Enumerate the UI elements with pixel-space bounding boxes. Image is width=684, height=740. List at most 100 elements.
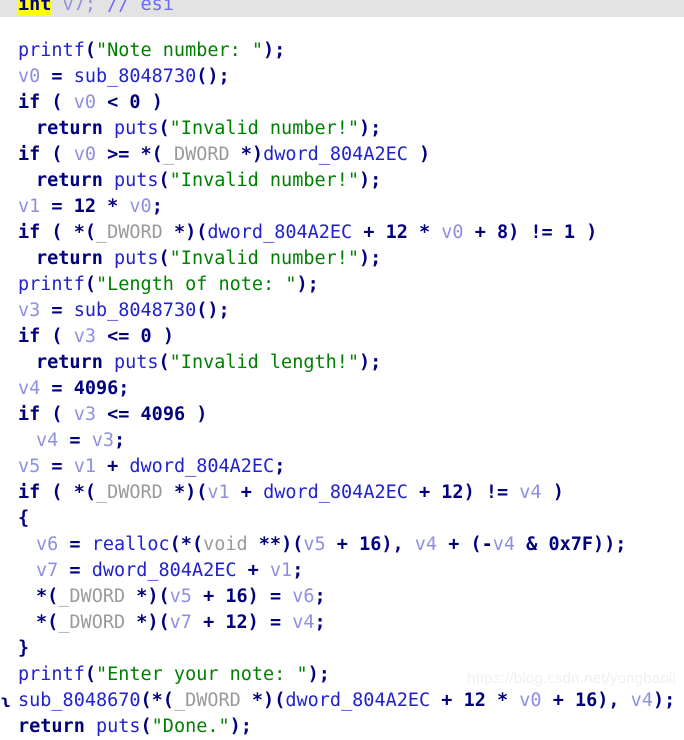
type-token[interactable]: _DWORD — [163, 144, 230, 165]
local-variable[interactable]: v0 — [441, 222, 463, 243]
code-line[interactable]: printf("Length of note: "); — [0, 272, 684, 298]
symbol-reference[interactable]: puts — [114, 118, 159, 139]
code-line[interactable]: return puts("Invalid number!"); — [0, 168, 684, 194]
code-line[interactable]: } — [0, 636, 684, 662]
symbol-reference[interactable]: dword_804A2EC — [285, 690, 430, 711]
keyword[interactable]: if — [18, 326, 40, 347]
local-variable[interactable]: v5 — [170, 586, 192, 607]
keyword[interactable]: if — [18, 222, 40, 243]
local-variable[interactable]: v4 — [519, 482, 541, 503]
keyword[interactable]: return — [36, 118, 103, 139]
code-line[interactable]: v7 = dword_804A2EC + v1; — [0, 558, 684, 584]
code-line[interactable]: if ( *(_DWORD *)(dword_804A2EC + 12 * v0… — [0, 220, 684, 246]
code-line[interactable]: sub_8048670(*(_DWORD *)(dword_804A2EC + … — [0, 688, 684, 714]
pseudocode-view[interactable]: int v7; // esi printf("Note number: "); v… — [0, 0, 684, 737]
code-line[interactable]: v5 = v1 + dword_804A2EC; — [0, 454, 684, 480]
number[interactable]: 12 — [225, 612, 247, 633]
local-variable[interactable]: v4 — [18, 378, 40, 399]
symbol-reference[interactable]: printf — [18, 40, 85, 61]
type-token[interactable]: _DWORD — [58, 612, 125, 633]
type-token[interactable]: _DWORD — [174, 690, 241, 711]
code-line[interactable]: { — [0, 506, 684, 532]
code-line[interactable]: *(_DWORD *)(v7 + 12) = v4; — [0, 610, 684, 636]
number[interactable]: 16 — [575, 690, 597, 711]
local-variable[interactable]: v0 — [74, 144, 96, 165]
symbol-reference[interactable]: sub_8048730 — [74, 300, 197, 321]
type-token[interactable]: _DWORD — [96, 222, 163, 243]
symbol-reference[interactable]: sub_8048670 — [18, 690, 141, 711]
symbol-reference[interactable]: dword_804A2EC — [263, 144, 408, 165]
local-variable[interactable]: v7 — [36, 560, 58, 581]
type-token[interactable]: _DWORD — [58, 586, 125, 607]
number[interactable]: 0x7F — [548, 534, 593, 555]
code-line[interactable]: return puts("Invalid length!"); — [0, 350, 684, 376]
local-variable[interactable]: v5 — [18, 456, 40, 477]
code-line[interactable]: if ( v0 >= *(_DWORD *)dword_804A2EC ) — [0, 142, 684, 168]
symbol-reference[interactable]: dword_804A2EC — [263, 482, 408, 503]
keyword[interactable]: if — [18, 404, 40, 425]
local-variable[interactable]: v3 — [92, 430, 114, 451]
code-line[interactable]: printf("Note number: "); — [0, 38, 684, 64]
number[interactable]: 16 — [225, 586, 247, 607]
local-variable[interactable]: v1 — [207, 482, 229, 503]
code-line[interactable]: if ( v3 <= 4096 ) — [0, 402, 684, 428]
symbol-reference[interactable]: printf — [18, 274, 85, 295]
symbol-reference[interactable]: puts — [114, 352, 159, 373]
number[interactable]: 1 — [564, 222, 575, 243]
local-variable[interactable]: v1 — [18, 196, 40, 217]
code-line[interactable]: v3 = sub_8048730(); — [0, 298, 684, 324]
number[interactable]: 16 — [359, 534, 381, 555]
type-token[interactable]: _DWORD — [96, 482, 163, 503]
local-variable[interactable]: v0 — [129, 196, 151, 217]
symbol-reference[interactable]: dword_804A2EC — [207, 222, 352, 243]
symbol-reference[interactable]: puts — [114, 248, 159, 269]
local-variable[interactable]: v7 — [170, 612, 192, 633]
local-variable[interactable]: v3 — [74, 326, 96, 347]
number[interactable]: 4096 — [74, 378, 119, 399]
local-variable[interactable]: v4 — [415, 534, 437, 555]
symbol-reference[interactable]: dword_804A2EC — [129, 456, 274, 477]
keyword[interactable]: if — [18, 92, 40, 113]
local-variable[interactable]: v6 — [36, 534, 58, 555]
keyword[interactable]: return — [36, 248, 103, 269]
code-line[interactable]: v1 = 12 * v0; — [0, 194, 684, 220]
code-line[interactable]: if ( v3 <= 0 ) — [0, 324, 684, 350]
code-line[interactable]: if ( *(_DWORD *)(v1 + dword_804A2EC + 12… — [0, 480, 684, 506]
highlighted-keyword[interactable]: int — [18, 0, 52, 15]
local-variable[interactable]: v0 — [74, 92, 96, 113]
number[interactable]: 12 — [74, 196, 96, 217]
symbol-reference[interactable]: puts — [96, 716, 141, 737]
declaration-variable[interactable]: v7; — [51, 0, 107, 15]
local-variable[interactable]: v0 — [519, 690, 541, 711]
code-line[interactable]: v4 = v3; — [0, 428, 684, 454]
number[interactable]: 12 — [441, 482, 463, 503]
keyword[interactable]: return — [36, 352, 103, 373]
keyword[interactable]: return — [36, 170, 103, 191]
number[interactable]: 0 — [129, 92, 140, 113]
code-line[interactable]: v0 = sub_8048730(); — [0, 64, 684, 90]
symbol-reference[interactable]: dword_804A2EC — [92, 560, 237, 581]
number[interactable]: 4096 — [141, 404, 186, 425]
local-variable[interactable]: v3 — [18, 300, 40, 321]
keyword[interactable]: if — [18, 482, 40, 503]
local-variable[interactable]: v4 — [36, 430, 58, 451]
code-line[interactable]: if ( v0 < 0 ) — [0, 90, 684, 116]
symbol-reference[interactable]: realloc — [92, 534, 170, 555]
local-variable[interactable]: v5 — [303, 534, 325, 555]
number[interactable]: 12 — [464, 690, 486, 711]
local-variable[interactable]: v4 — [493, 534, 515, 555]
code-line[interactable]: *(_DWORD *)(v5 + 16) = v6; — [0, 584, 684, 610]
local-variable[interactable]: v4 — [292, 612, 314, 633]
local-variable[interactable]: v1 — [74, 456, 96, 477]
code-line[interactable]: return puts("Invalid number!"); — [0, 246, 684, 272]
symbol-reference[interactable]: puts — [114, 170, 159, 191]
code-line[interactable]: return puts("Invalid number!"); — [0, 116, 684, 142]
keyword[interactable]: return — [18, 716, 85, 737]
local-variable[interactable]: v0 — [18, 66, 40, 87]
code-line[interactable]: v6 = realloc(*(void **)(v5 + 16), v4 + (… — [0, 532, 684, 558]
type-token[interactable]: void — [203, 534, 248, 555]
number[interactable]: 0 — [141, 326, 152, 347]
code-line[interactable]: return puts("Done."); — [0, 714, 684, 740]
keyword[interactable]: if — [18, 144, 40, 165]
symbol-reference[interactable]: sub_8048730 — [74, 66, 197, 87]
